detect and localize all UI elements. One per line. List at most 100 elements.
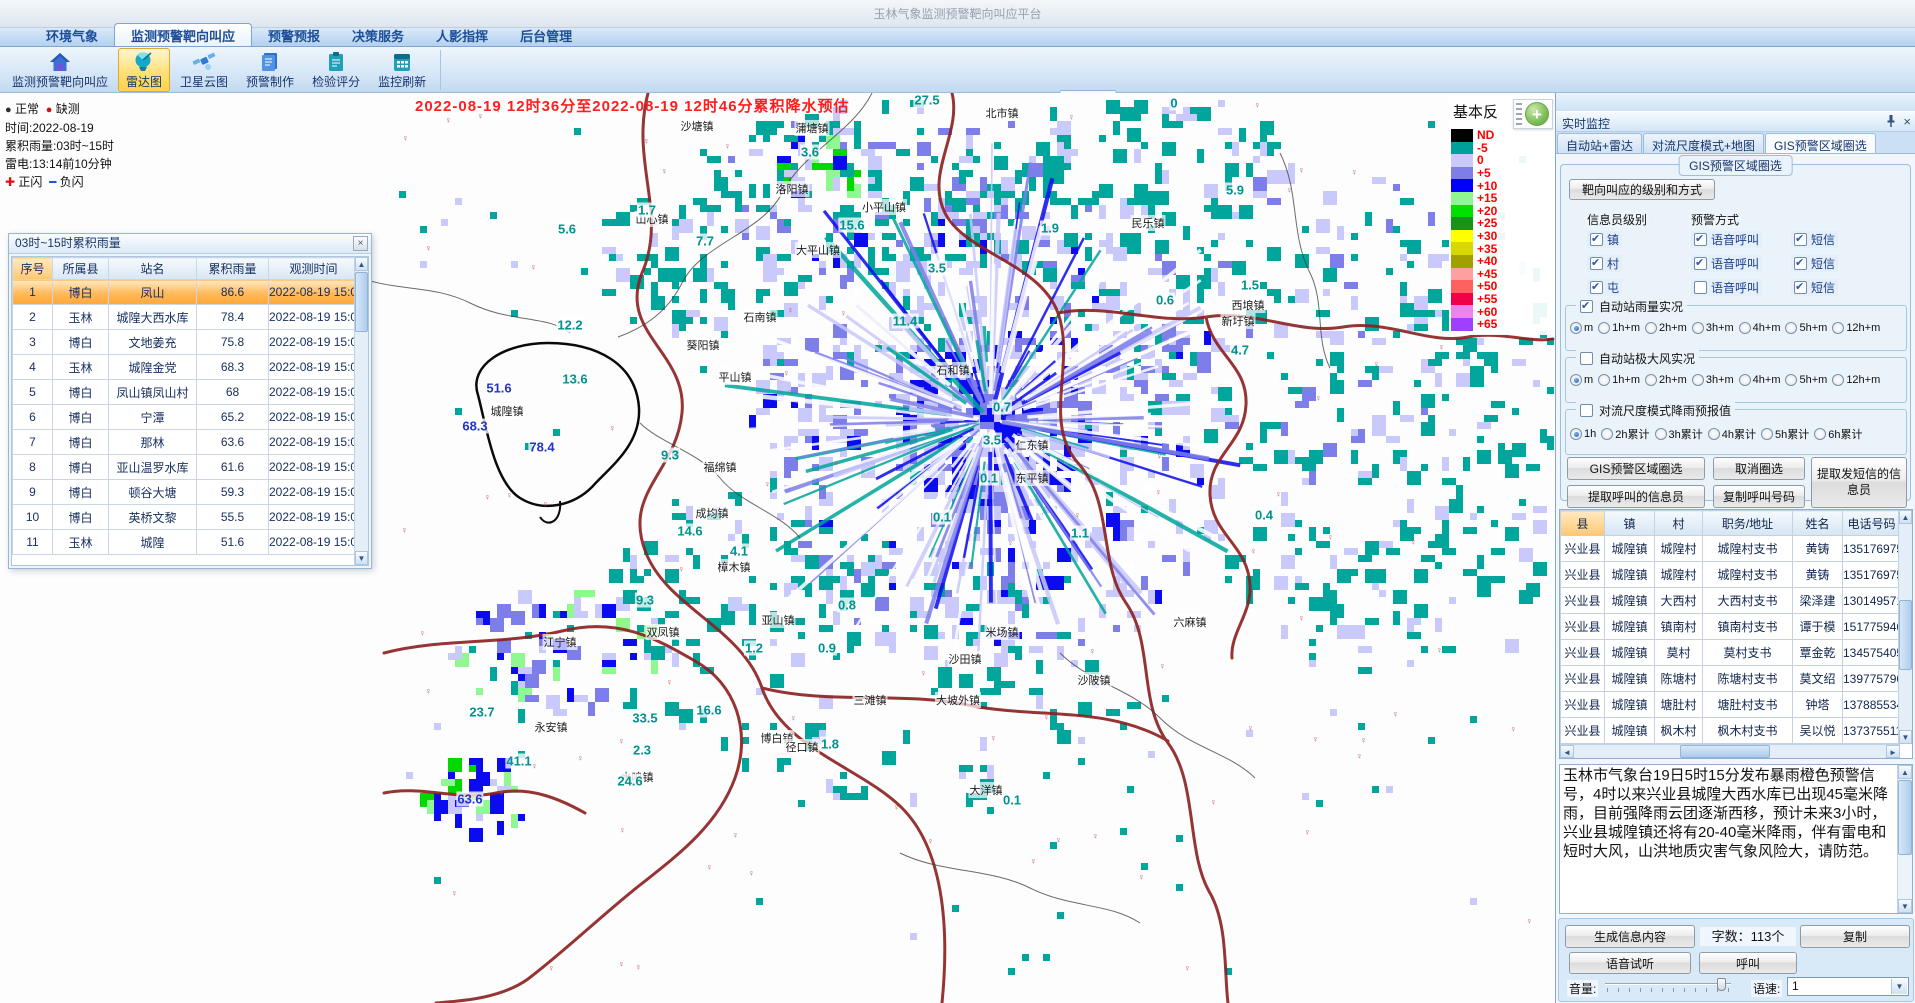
menu-tab-1[interactable]: 监测预警靶向叫应 (114, 23, 252, 46)
table-row[interactable]: 10博白英桥文黎55.52022-08-19 15:00 (13, 505, 359, 530)
radio-option[interactable]: 2h+m (1645, 322, 1687, 334)
radio-option[interactable]: 4h+m (1739, 322, 1781, 334)
auto-wind-checkbox[interactable] (1580, 352, 1593, 365)
scroll-down-icon[interactable]: ▼ (1899, 730, 1912, 744)
close-icon[interactable]: × (1903, 114, 1911, 131)
column-header[interactable]: 所属县 (53, 258, 109, 280)
table-row[interactable]: 兴业县城隍镇莫村莫村支书覃金乾134575405 (1561, 640, 1901, 666)
village-checkbox[interactable] (1590, 257, 1603, 270)
radio-option[interactable]: 3h累计 (1655, 426, 1703, 442)
column-header[interactable]: 县 (1561, 511, 1605, 536)
model-forecast-checkbox[interactable] (1580, 404, 1593, 417)
gis-select-button[interactable]: GIS预警区域圈选 (1567, 457, 1705, 480)
table-row[interactable]: 兴业县城隍镇镇南村镇南村支书谭于模151775946 (1561, 614, 1901, 640)
menu-tab-5[interactable]: 后台管理 (504, 24, 588, 46)
town-voice-checkbox[interactable] (1694, 233, 1707, 246)
rain-window-titlebar[interactable]: 03时~15时累积雨量 × (9, 234, 371, 254)
scroll-left-icon[interactable]: ◄ (1560, 745, 1574, 758)
town-checkbox[interactable] (1590, 233, 1603, 246)
scroll-up-icon[interactable]: ▲ (1899, 510, 1912, 524)
panel-tab-0[interactable]: 自动站+雷达 (1557, 133, 1642, 153)
pin-icon[interactable] (1885, 114, 1897, 131)
generate-message-button[interactable]: 生成信息内容 (1565, 925, 1695, 948)
table-row[interactable]: 1博白凤山86.62022-08-19 15:00 (13, 280, 359, 305)
town-sms-checkbox[interactable] (1794, 233, 1807, 246)
column-header[interactable]: 村 (1655, 511, 1703, 536)
table-row[interactable]: 3博白文地姜充75.82022-08-19 15:00 (13, 330, 359, 355)
table-row[interactable]: 兴业县城隍镇大西村大西村支书梁泽建130149571 (1561, 588, 1901, 614)
radio-option[interactable]: 2h+m (1645, 374, 1687, 386)
radio-option[interactable]: 1h (1570, 428, 1596, 440)
column-header[interactable]: 观测时间 (269, 258, 359, 280)
table-row[interactable]: 7博白那林63.62022-08-19 15:00 (13, 430, 359, 455)
hamlet-sms-checkbox[interactable] (1794, 281, 1807, 294)
speed-dropdown[interactable]: 1 ▼ (1787, 977, 1909, 996)
radio-option[interactable]: 5h+m (1785, 322, 1827, 334)
scroll-down-icon[interactable]: ▼ (1898, 899, 1912, 913)
tts-preview-button[interactable]: 语音试听 (1569, 952, 1691, 974)
column-header[interactable]: 电话号码 (1843, 511, 1901, 536)
level-mode-button[interactable]: 靶向叫应的级别和方式 (1569, 179, 1715, 200)
radio-option[interactable]: m (1570, 374, 1593, 386)
table-row[interactable]: 4玉林城隍金党68.32022-08-19 15:00 (13, 355, 359, 380)
panel-tab-1[interactable]: 对流尺度模式+地图 (1643, 133, 1764, 153)
table-row[interactable]: 兴业县城隍镇枫木村枫木村支书吴以悦137375511 (1561, 718, 1901, 744)
column-header[interactable]: 序号 (13, 258, 53, 280)
village-voice-checkbox[interactable] (1694, 257, 1707, 270)
toolbar-satellite-button[interactable]: 卫星云图 (172, 48, 236, 92)
radio-option[interactable]: 4h累计 (1708, 426, 1756, 442)
table-row[interactable]: 2玉林城隍大西水库78.42022-08-19 15:00 (13, 305, 359, 330)
toolbar-home-button[interactable]: 监测预警靶向叫应 (4, 48, 116, 92)
column-header[interactable]: 职务/地址 (1703, 511, 1793, 536)
toolbar-refresh-button[interactable]: 监控刷新 (370, 48, 434, 92)
radio-option[interactable]: m (1570, 322, 1593, 334)
rain-table-scrollbar[interactable]: ▲ ▼ (354, 257, 368, 565)
panel-tab-2[interactable]: GIS预警区域圈选 (1765, 133, 1876, 154)
close-icon[interactable]: × (353, 236, 368, 251)
volume-slider[interactable] (1605, 977, 1731, 995)
extract-call-button[interactable]: 提取呼叫的信息员 (1567, 485, 1705, 508)
zoom-button[interactable]: + (1513, 99, 1553, 129)
call-button[interactable]: 呼叫 (1699, 952, 1797, 974)
warning-message-text[interactable]: 玉林市气象台19日5时15分发布暴雨橙色预警信号，4时以来兴业县城隍大西水库已出… (1563, 766, 1894, 912)
scroll-up-icon[interactable]: ▲ (1898, 765, 1912, 779)
scroll-right-icon[interactable]: ► (1886, 745, 1900, 758)
radio-option[interactable]: 5h累计 (1761, 426, 1809, 442)
radio-option[interactable]: 2h累计 (1601, 426, 1649, 442)
table-row[interactable]: 8博白亚山温罗水库61.62022-08-19 15:00 (13, 455, 359, 480)
menu-tab-4[interactable]: 人影指挥 (420, 24, 504, 46)
radio-option[interactable]: 1h+m (1598, 374, 1640, 386)
message-scrollbar[interactable]: ▲ ▼ (1897, 765, 1912, 913)
column-header[interactable]: 站名 (109, 258, 197, 280)
radio-option[interactable]: 1h+m (1598, 322, 1640, 334)
radio-option[interactable]: 12h+m (1832, 374, 1880, 386)
village-sms-checkbox[interactable] (1794, 257, 1807, 270)
menu-tab-3[interactable]: 决策服务 (336, 24, 420, 46)
hamlet-voice-checkbox[interactable] (1694, 281, 1707, 294)
toolbar-warning-make-button[interactable]: 预警制作 (238, 48, 302, 92)
toolbar-score-button[interactable]: 检验评分 (304, 48, 368, 92)
copy-button[interactable]: 复制 (1800, 925, 1910, 948)
column-header[interactable]: 镇 (1605, 511, 1655, 536)
scroll-up-icon[interactable]: ▲ (355, 257, 368, 271)
toolbar-radar-button[interactable]: 雷达图 (118, 48, 170, 92)
table-row[interactable]: 11玉林城隍51.62022-08-19 15:00 (13, 530, 359, 555)
table-row[interactable]: 9博白顿谷大塘59.32022-08-19 15:00 (13, 480, 359, 505)
radio-option[interactable]: 6h累计 (1814, 426, 1862, 442)
radio-option[interactable]: 3h+m (1692, 374, 1734, 386)
hamlet-checkbox[interactable] (1590, 281, 1603, 294)
auto-rain-checkbox[interactable] (1580, 300, 1593, 313)
scroll-down-icon[interactable]: ▼ (355, 551, 368, 565)
radio-option[interactable]: 5h+m (1785, 374, 1827, 386)
table-row[interactable]: 兴业县城隍镇陈塘村陈塘村支书莫文绍139775796 (1561, 666, 1901, 692)
table-row[interactable]: 兴业县城隍镇城隍村城隍村支书黄铸135176975 (1561, 562, 1901, 588)
radio-option[interactable]: 12h+m (1832, 322, 1880, 334)
column-header[interactable]: 累积雨量 (197, 258, 269, 280)
radio-option[interactable]: 3h+m (1692, 322, 1734, 334)
radio-option[interactable]: 4h+m (1739, 374, 1781, 386)
copy-numbers-button[interactable]: 复制呼叫号码 (1713, 485, 1805, 508)
contact-table-hscrollbar[interactable]: ◄ ► (1560, 744, 1900, 758)
contact-table-vscrollbar[interactable]: ▲ ▼ (1898, 510, 1912, 744)
radar-map[interactable]: ♀♀♀♀♀♀♀♀♀♀♀♀♀♀♀♀♀♀♀♀♀♀♀♀♀♀♀♀♀♀♀♀♀♀♀♀♀♀♀♀… (0, 93, 1555, 1003)
table-row[interactable]: 6博白宁潭65.22022-08-19 15:00 (13, 405, 359, 430)
